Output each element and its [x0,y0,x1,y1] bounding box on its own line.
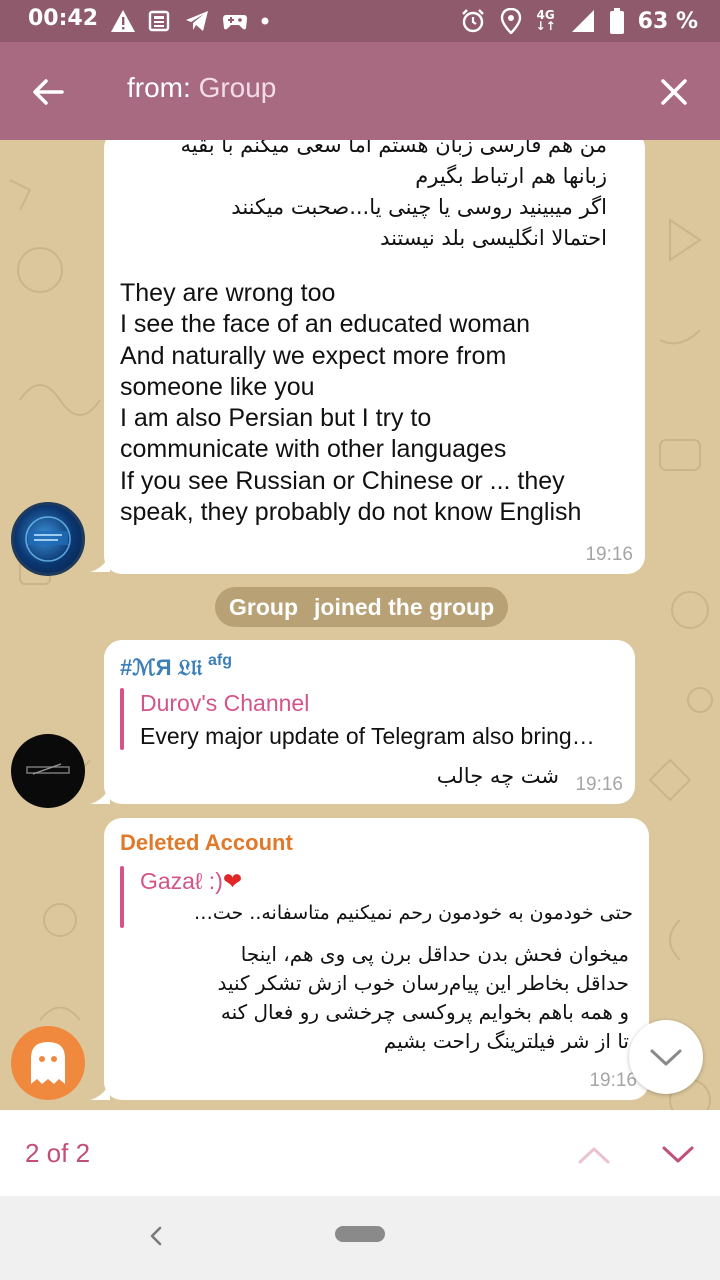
system-icons: 4G ↓↑ 63 % [460,6,698,36]
search-results-nav: 2 of 2 [0,1110,720,1196]
heart-icon: ❤ [222,868,243,894]
reply-author[interactable]: Durov's Channel [140,690,309,717]
result-counter: 2 of 2 [25,1138,91,1168]
message-text: شت چه جالب [436,764,559,788]
chevron-down-icon[interactable] [656,1132,700,1176]
arrow-left-icon[interactable] [28,72,68,112]
chevron-up-icon[interactable] [572,1132,616,1176]
sender-name[interactable]: #ℳЯ 𝔏𝔩𝔦 afg [120,652,232,681]
scroll-down-button[interactable] [629,1020,703,1094]
alarm-icon [461,9,484,33]
notification-icons [110,6,270,36]
message-bubble[interactable]: من هم فارسی زبان هستم اما سعی میکنم با ب… [104,140,645,574]
service-action: joined the group [314,594,495,620]
ghost-icon [31,1042,65,1084]
news-icon [148,10,170,32]
search-filter-value: Group [198,72,277,103]
message-text-persian: من هم فارسی زبان هستم اما سعی میکنم با ب… [180,140,607,250]
message-bubble[interactable]: #ℳЯ 𝔏𝔩𝔦 afg Durov's Channel Every major u… [104,640,635,804]
chat-area[interactable]: من هم فارسی زبان هستم اما سعی میکنم با ب… [0,140,720,1110]
message-text-english: They are wrong too I see the face of an … [120,279,582,527]
sender-name[interactable]: Deleted Account [120,830,293,856]
close-icon[interactable] [654,72,694,112]
system-navigation-bar [0,1196,720,1280]
warning-icon [111,10,135,32]
system-back-icon[interactable] [142,1222,170,1250]
battery-percent: 63 % [637,8,698,34]
service-message: Group joined the group [215,587,509,627]
battery-icon [609,8,624,34]
message-bubble[interactable]: Deleted Account Gazaℓ :)❤ حتی خودمون به … [104,818,649,1100]
search-input[interactable]: from: Group [127,72,276,104]
search-filter-prefix: from: [127,72,199,103]
telegram-icon [186,11,208,31]
network-type: 4G ↓↑ [535,8,556,33]
service-user[interactable]: Group [229,594,298,620]
avatar-image [26,763,70,775]
message-time: 19:16 [585,544,633,565]
search-header: from: Group [0,42,720,140]
signal-icon [571,10,594,32]
avatar[interactable] [11,502,85,576]
reply-preview[interactable]: Every major update of Telegram also brin… [140,723,624,750]
system-home-pill[interactable] [335,1226,385,1242]
reply-bar [120,866,124,928]
chevron-down-icon [650,1049,682,1066]
dot-icon [261,17,269,25]
reply-author[interactable]: Gazaℓ :)❤ [140,868,242,895]
status-time: 00:42 [28,6,99,31]
avatar[interactable] [11,734,85,808]
location-icon [500,8,521,34]
avatar[interactable] [11,1026,85,1100]
message-time: 19:16 [575,774,623,795]
reply-preview[interactable]: حتی خودمون به خودمون رحم نمیکنیم متاسفان… [143,902,633,924]
message-text: میخوان فحش بدن حداقل برن پی وی هم، اینجا… [217,942,629,1053]
sender-suffix: afg [208,652,232,669]
reply-bar [120,688,124,750]
status-bar: 00:42 4G ↓↑ 63 % [0,0,720,42]
game-icon [223,15,247,30]
